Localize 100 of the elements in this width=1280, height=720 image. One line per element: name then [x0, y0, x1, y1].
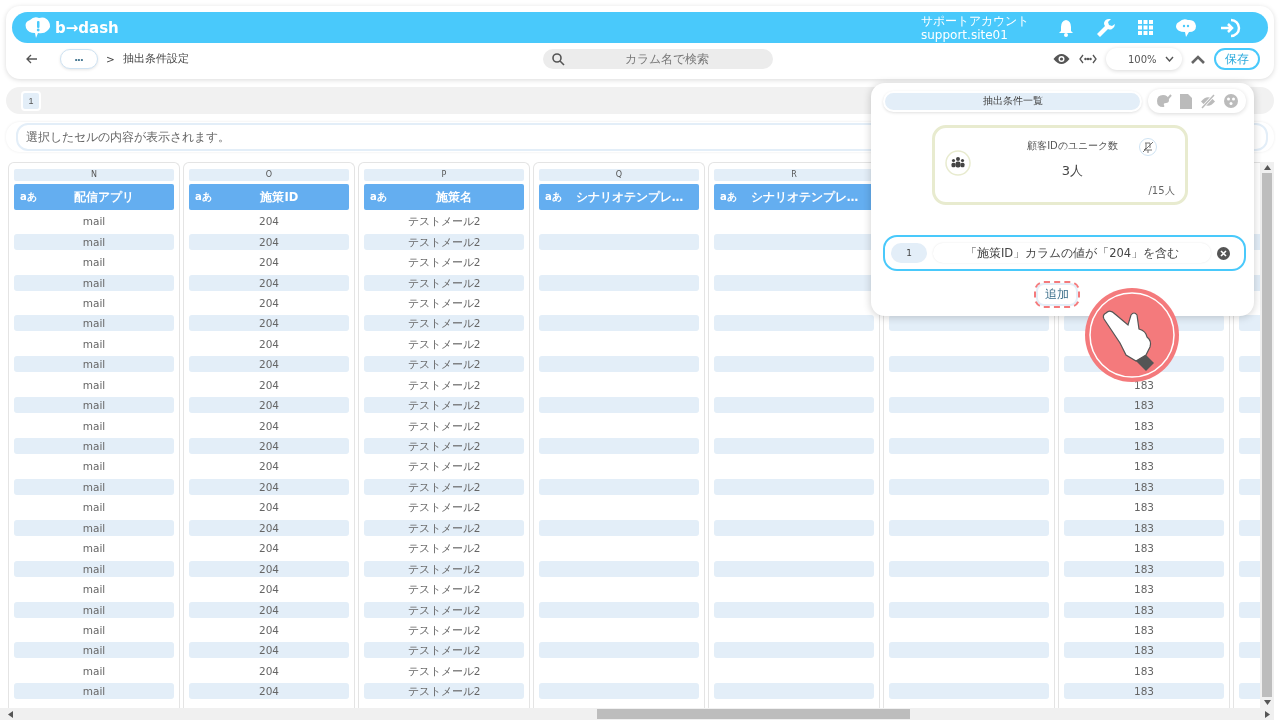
table-cell: mail: [14, 274, 174, 291]
collapse-caret-icon[interactable]: [1191, 54, 1205, 64]
dots-circle-icon[interactable]: [1224, 94, 1238, 108]
table-cell-text: 204: [257, 214, 280, 230]
table-cell-text: テストメール2: [406, 377, 482, 393]
metric-value: 3人: [1061, 161, 1084, 180]
table-cell-text: 204: [257, 500, 280, 516]
logo-icon: [24, 15, 52, 40]
table-cell: 183: [1064, 397, 1224, 414]
eye-icon[interactable]: [1053, 53, 1070, 65]
table-cell: 183: [1064, 560, 1224, 577]
condition-row[interactable]: 1 「施策ID」カラムの値が「204」を含む: [883, 235, 1246, 271]
condition-number: 1: [891, 243, 927, 263]
back-arrow-icon[interactable]: [26, 54, 38, 64]
chevron-down-icon: [1165, 56, 1174, 62]
table-cell: テストメール2: [364, 315, 524, 332]
table-cell-text: テストメール2: [406, 582, 482, 598]
table-cell: 183: [1064, 642, 1224, 659]
table-cell: mail: [14, 315, 174, 332]
scroll-thumb[interactable]: [1262, 173, 1272, 697]
wrench-icon[interactable]: [1096, 17, 1116, 38]
table-cell-text: mail: [81, 459, 107, 475]
condition-text: 「施策ID」カラムの値が「204」を含む: [933, 243, 1211, 263]
text-type-icon: aあ: [545, 190, 562, 204]
column-letter: R: [714, 169, 874, 181]
table-cell-text: テストメール2: [406, 459, 482, 475]
table-cell: テストメール2: [364, 683, 524, 700]
palette-icon[interactable]: [1156, 93, 1172, 109]
table-cell-text: mail: [81, 336, 107, 352]
search-field[interactable]: カラム名で検索: [542, 49, 773, 69]
table-cell-text: テストメール2: [406, 500, 482, 516]
table-cell: テストメール2: [364, 601, 524, 618]
table-cell: テストメール2: [364, 356, 524, 373]
horizontal-scrollbar[interactable]: [0, 708, 1274, 720]
table-cell: 183: [1064, 601, 1224, 618]
table-cell: 204: [189, 233, 349, 250]
close-icon[interactable]: [1217, 246, 1230, 260]
metric-total: /15人: [1148, 183, 1175, 198]
table-cell: 204: [189, 519, 349, 536]
table-cell-text: 183: [1132, 459, 1155, 475]
file-icon[interactable]: [1180, 93, 1192, 109]
table-cell-text: 204: [257, 336, 280, 352]
table-cell-text: テストメール2: [406, 295, 482, 311]
text-type-icon: aあ: [195, 190, 212, 204]
table-cell-text: 183: [1132, 663, 1155, 679]
bell-icon[interactable]: [1058, 18, 1074, 37]
text-type-icon: aあ: [20, 190, 37, 204]
column-letter: Q: [539, 169, 699, 181]
table-cell: テストメール2: [364, 233, 524, 250]
scroll-left-icon[interactable]: [8, 710, 13, 718]
table-cell-text: 204: [257, 418, 280, 434]
table-cell-text: 183: [1132, 622, 1155, 638]
table-cell: 204: [189, 438, 349, 455]
table-cell-text: mail: [81, 541, 107, 557]
account-name: サポートアカウント: [921, 13, 1029, 28]
sign-in-icon[interactable]: [1219, 17, 1241, 38]
table-cell: mail: [14, 560, 174, 577]
table-cell: テストメール2: [364, 519, 524, 536]
chat-bubble-icon[interactable]: [1175, 17, 1197, 38]
column-width-icon[interactable]: [1079, 54, 1097, 64]
scroll-right-icon[interactable]: [1265, 710, 1270, 718]
column-letter: N: [14, 169, 174, 181]
table-cell: mail: [14, 233, 174, 250]
scroll-down-icon[interactable]: [1263, 700, 1271, 705]
table-cell-text: テストメール2: [406, 541, 482, 557]
column-letter: O: [189, 169, 349, 181]
table-cell-text: 204: [257, 582, 280, 598]
table-cell-text: テストメール2: [406, 255, 482, 271]
table-cell-text: mail: [81, 295, 107, 311]
table-cell: 204: [189, 397, 349, 414]
table-cell-text: 204: [257, 377, 280, 393]
table-cell-text: テストメール2: [406, 663, 482, 679]
zoom-select[interactable]: 100%: [1106, 48, 1182, 70]
search-icon: [551, 53, 565, 66]
scroll-thumb[interactable]: [597, 709, 910, 719]
add-button[interactable]: 追加: [1033, 281, 1080, 308]
table-cell: テストメール2: [364, 438, 524, 455]
table-cell: テストメール2: [364, 642, 524, 659]
table-cell-text: テストメール2: [406, 214, 482, 230]
table-cell: テストメール2: [364, 397, 524, 414]
table-cell: 183: [1064, 478, 1224, 495]
account-id: support.site01: [921, 27, 1009, 42]
table-cell: 204: [189, 478, 349, 495]
table-cell: 204: [189, 601, 349, 618]
more-button[interactable]: •••: [60, 49, 98, 69]
eye-slash-icon[interactable]: [1200, 93, 1216, 109]
filter-list-tab[interactable]: 抽出条件一覧: [883, 90, 1142, 112]
breadcrumb-separator: >: [106, 53, 115, 65]
table-cell-text: mail: [81, 500, 107, 516]
unpin-icon[interactable]: [1138, 138, 1157, 156]
people-icon: [944, 150, 971, 176]
vertical-scrollbar[interactable]: [1260, 162, 1274, 708]
sheet-tab[interactable]: 1: [21, 90, 41, 111]
table-cell-text: 183: [1132, 418, 1155, 434]
table-cell: テストメール2: [364, 478, 524, 495]
apps-grid-icon[interactable]: [1138, 20, 1153, 35]
table-cell-text: 183: [1132, 500, 1155, 516]
table-cell-text: テストメール2: [406, 622, 482, 638]
scroll-up-icon[interactable]: [1263, 165, 1271, 170]
table-cell: テストメール2: [364, 274, 524, 291]
